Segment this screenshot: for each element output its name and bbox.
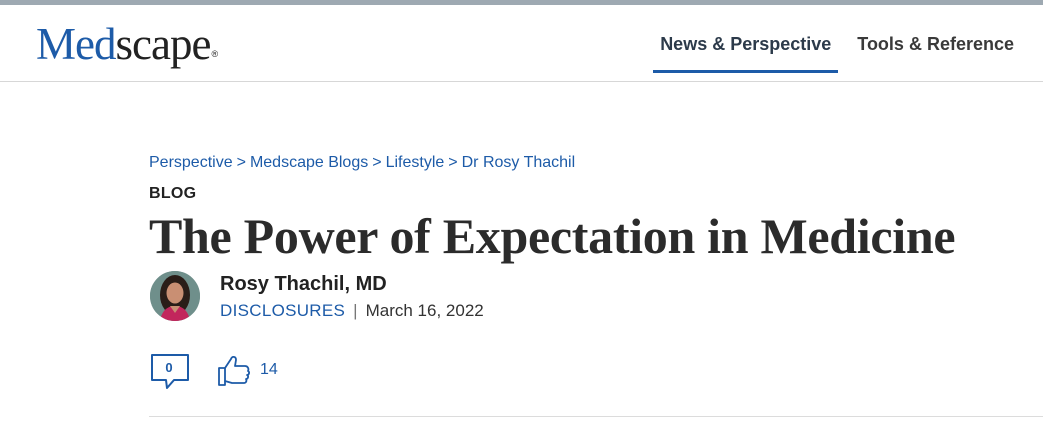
author-name[interactable]: Rosy Thachil, MD bbox=[220, 271, 387, 297]
section-divider bbox=[149, 416, 1043, 417]
like-count: 14 bbox=[260, 361, 278, 378]
breadcrumb-separator: > bbox=[236, 154, 246, 171]
medscape-logo[interactable]: Medscape® bbox=[36, 19, 218, 69]
breadcrumb-container: Perspective > Medscape Blogs > Lifestyle > Dr … bbox=[149, 152, 1043, 174]
thumbs-up-icon bbox=[218, 355, 250, 386]
breadcrumb-medscape-blogs[interactable]: Medscape Blogs bbox=[250, 154, 368, 171]
comment-count: 0 bbox=[165, 360, 173, 375]
main-nav: News & Perspective Tools & Reference bbox=[641, 5, 1021, 82]
like-button[interactable] bbox=[217, 353, 251, 387]
disclosures-link[interactable]: DISCLOSURES bbox=[220, 301, 345, 320]
publish-date: March 16, 2022 bbox=[365, 301, 484, 320]
meta-separator: | bbox=[353, 301, 358, 320]
comments-button[interactable]: 0 bbox=[150, 353, 190, 391]
breadcrumb-separator: > bbox=[448, 154, 458, 171]
article-meta: DISCLOSURES | March 16, 2022 bbox=[220, 300, 484, 322]
breadcrumb-dr-rosy-thachil[interactable]: Dr Rosy Thachil bbox=[462, 154, 576, 171]
site-header: Medscape® News & Perspective Tools & Ref… bbox=[0, 5, 1043, 82]
nav-tools-reference[interactable]: Tools & Reference bbox=[850, 5, 1021, 82]
breadcrumb: Perspective > Medscape Blogs > Lifestyle > Dr … bbox=[149, 152, 1043, 174]
article-title: The Power of Expectation in Medicine bbox=[149, 208, 956, 264]
breadcrumb-lifestyle[interactable]: Lifestyle bbox=[386, 154, 445, 171]
logo-text-med: Med bbox=[36, 19, 116, 69]
author-avatar[interactable] bbox=[150, 271, 200, 321]
nav-news-perspective[interactable]: News & Perspective bbox=[653, 5, 839, 82]
breadcrumb-perspective[interactable]: Perspective bbox=[149, 154, 233, 171]
registered-mark: ® bbox=[211, 49, 218, 59]
breadcrumb-separator: > bbox=[372, 154, 382, 171]
article-kicker: BLOG bbox=[149, 185, 197, 202]
logo-text-scape: scape bbox=[115, 19, 212, 69]
